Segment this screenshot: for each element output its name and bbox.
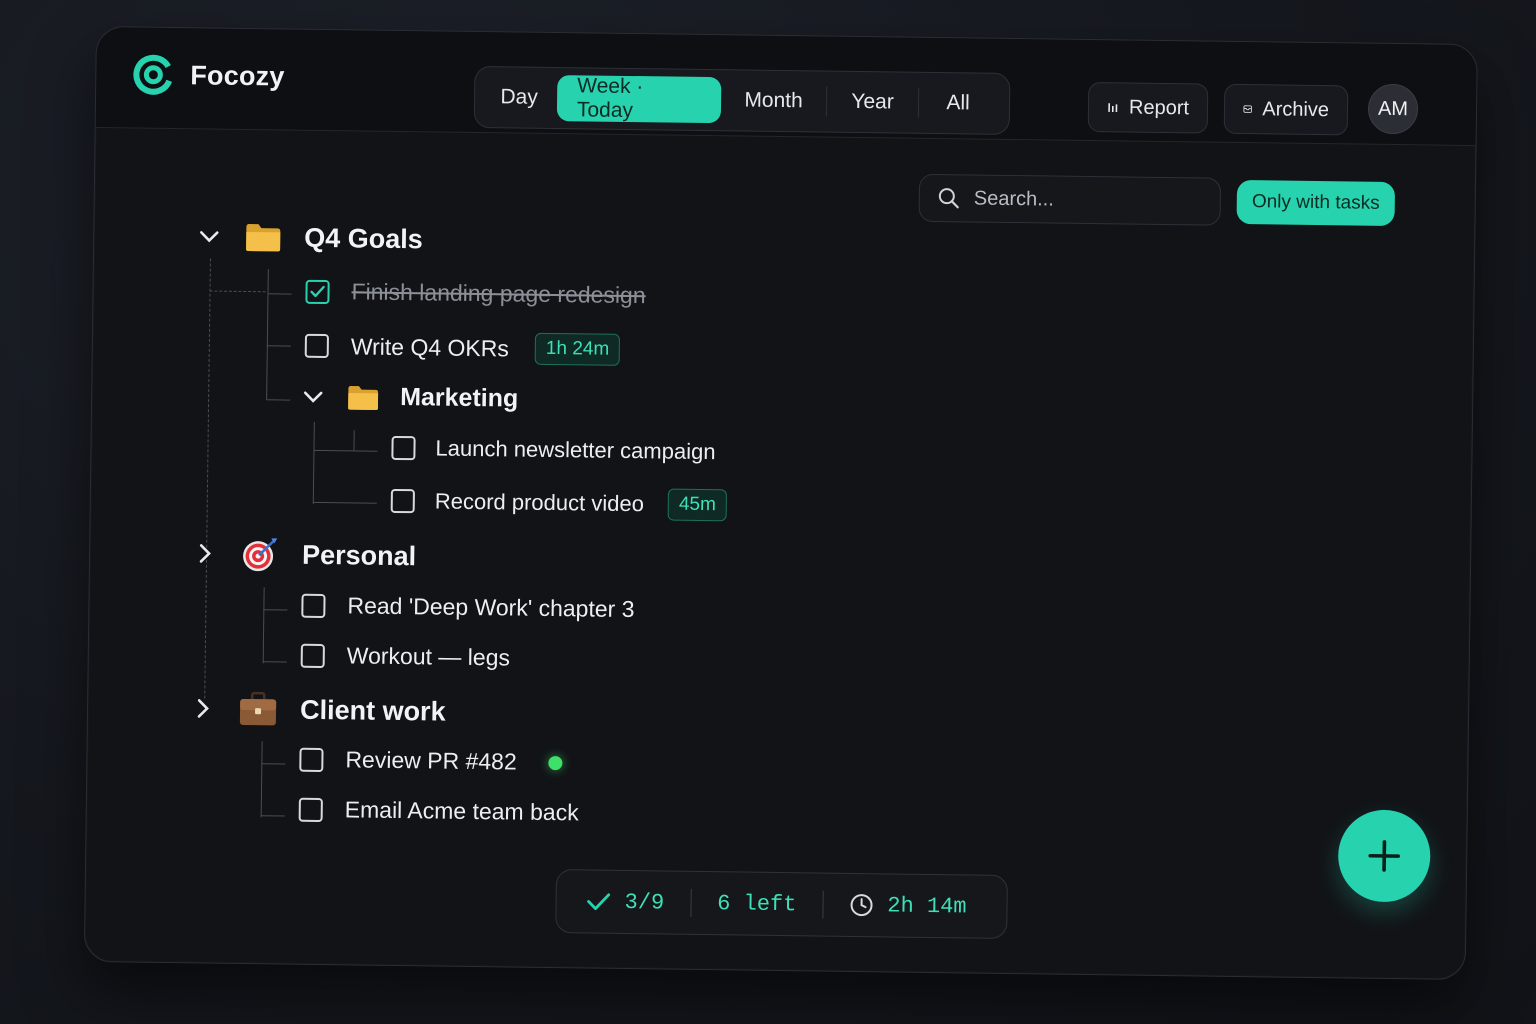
tree-connector <box>266 345 291 347</box>
folder-icon <box>348 385 379 410</box>
completed-count-value: 3/9 <box>624 889 665 916</box>
task-checkbox[interactable] <box>298 797 323 822</box>
time-total: 2h 14m <box>849 892 967 919</box>
task-row: Email Acme team back <box>298 796 579 827</box>
group-title: Personal <box>301 539 417 571</box>
archive-label: Archive <box>1262 97 1330 121</box>
archive-icon <box>1243 105 1252 113</box>
task-row: Review PR #482 <box>299 746 563 776</box>
time-total-value: 2h 14m <box>887 892 967 919</box>
duration-badge: 45m <box>667 488 728 522</box>
tree-connector <box>262 587 265 664</box>
app-name: Focozy <box>190 59 285 91</box>
progress-summary-bar: 3/9 6 left 2h 14m <box>555 869 1008 940</box>
task-checkbox[interactable] <box>304 333 329 359</box>
tree-connector <box>313 449 378 452</box>
tree-connector <box>261 763 286 765</box>
group-title: Q4 Goals <box>304 222 423 254</box>
task-row: Write Q4 OKRs 1h 24m <box>304 330 621 366</box>
search-input[interactable] <box>971 185 1196 214</box>
bar-chart-icon <box>1108 103 1118 113</box>
range-day-tab[interactable]: Day <box>481 74 558 121</box>
task-row: Launch newsletter campaign <box>391 435 716 465</box>
duration-badge: 1h 24m <box>534 332 621 366</box>
task-checkbox[interactable] <box>390 488 415 514</box>
group-row: Q4 Goals <box>196 220 423 255</box>
task-checkbox[interactable] <box>301 593 326 618</box>
subgroup-row: Marketing <box>300 382 518 414</box>
chevron-right-icon[interactable] <box>192 540 218 566</box>
chevron-right-icon[interactable] <box>190 695 216 721</box>
top-bar: Focozy Day Week · Today Month Year All R… <box>95 27 1477 147</box>
tree-connector <box>263 609 288 611</box>
briefcase-icon <box>239 691 277 726</box>
completed-count: 3/9 <box>586 889 664 915</box>
range-year-tab[interactable]: Year <box>826 86 920 118</box>
plus-icon <box>1368 840 1401 872</box>
check-icon <box>587 893 611 911</box>
divider <box>689 888 692 917</box>
search-icon <box>938 188 959 209</box>
tree-connector <box>260 815 285 817</box>
clock-icon <box>850 894 873 917</box>
tree-connector <box>267 293 292 295</box>
avatar[interactable]: AM <box>1367 83 1419 135</box>
remaining-count: 6 left <box>717 890 797 917</box>
add-task-button[interactable] <box>1337 809 1431 903</box>
task-label: Review PR #482 <box>345 746 517 775</box>
date-range-switcher: Day Week · Today Month Year All <box>473 65 1011 135</box>
tree-connector <box>266 269 269 400</box>
logo-icon <box>133 54 174 95</box>
task-checkbox[interactable] <box>305 279 330 304</box>
search-box <box>918 173 1222 226</box>
group-row: Client work <box>190 690 446 729</box>
task-checkbox[interactable] <box>300 643 325 668</box>
task-row: Finish landing page redesign <box>305 278 646 309</box>
tree-guide <box>209 290 266 293</box>
task-label: Launch newsletter campaign <box>435 435 716 465</box>
report-label: Report <box>1128 96 1190 119</box>
range-week-today-tab[interactable]: Week · Today <box>556 74 722 124</box>
tree-connector <box>266 399 291 401</box>
task-label: Read 'Deep Work' chapter 3 <box>347 592 635 623</box>
task-row: Record product video 45m <box>390 485 728 522</box>
folder-icon <box>246 224 281 252</box>
brand: Focozy <box>132 53 285 97</box>
tree-connector <box>312 421 315 504</box>
tree-connector <box>312 501 377 504</box>
task-checkbox[interactable] <box>299 747 324 772</box>
group-title: Client work <box>299 694 446 727</box>
archive-button[interactable]: Archive <box>1223 83 1349 136</box>
task-row: Workout — legs <box>300 642 511 672</box>
task-checkbox[interactable] <box>391 435 416 461</box>
check-icon <box>310 285 325 297</box>
app-window: Focozy Day Week · Today Month Year All R… <box>83 26 1478 981</box>
tree-guide <box>204 258 211 699</box>
report-button[interactable]: Report <box>1087 81 1209 134</box>
tree-connector <box>262 661 287 663</box>
group-row: Personal <box>192 534 417 575</box>
task-label: Workout — legs <box>346 642 511 671</box>
active-status-dot <box>548 755 563 770</box>
task-label: Email Acme team back <box>344 796 579 826</box>
tree-connector <box>260 741 263 818</box>
target-icon <box>243 538 278 572</box>
chevron-down-icon[interactable] <box>196 223 222 249</box>
task-label: Record product video <box>434 488 645 517</box>
task-row: Read 'Deep Work' chapter 3 <box>301 592 635 623</box>
tree-connector <box>353 430 355 451</box>
task-label: Write Q4 OKRs <box>350 332 510 361</box>
task-label: Finish landing page redesign <box>351 278 646 309</box>
only-with-tasks-filter[interactable]: Only with tasks <box>1236 179 1396 227</box>
subgroup-title: Marketing <box>399 383 519 413</box>
range-all-tab[interactable]: All <box>919 80 998 127</box>
chevron-down-icon[interactable] <box>300 383 326 409</box>
range-month-tab[interactable]: Month <box>720 85 828 117</box>
divider <box>822 890 824 919</box>
